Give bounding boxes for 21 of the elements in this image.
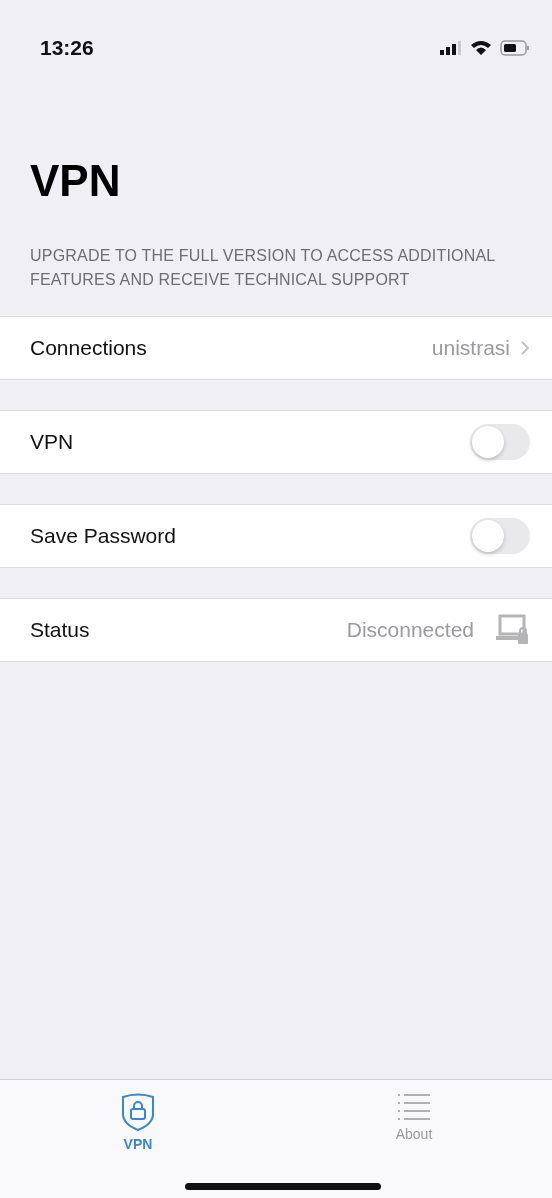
row-value: unistrasi	[431, 336, 510, 360]
tab-button[interactable]: About	[276, 1080, 552, 1160]
computer-lock-icon	[496, 614, 530, 646]
settings-row[interactable]: Connections unistrasi	[0, 316, 552, 380]
wifi-icon	[470, 40, 492, 56]
row-label: Save Password	[30, 524, 177, 548]
page-title: VPN	[30, 156, 122, 206]
status-time: 13:26	[40, 36, 94, 60]
row-label: Connections	[30, 336, 148, 360]
shield-lock-icon	[120, 1092, 156, 1132]
list-icon	[397, 1092, 431, 1122]
row-label: Status	[30, 618, 91, 642]
chevron-icon	[520, 340, 530, 356]
upgrade-notice: UPGRADE TO THE FULL VERSION TO ACCESS ADDITIONAL FEATURES AND RECEIVE TECHNICAL SUPPORT	[30, 246, 496, 290]
battery-icon	[500, 40, 530, 56]
toggle-switch[interactable]	[470, 518, 530, 554]
row-label: VPN	[30, 430, 75, 454]
tab-button[interactable]: VPN	[0, 1080, 276, 1160]
signal-icon	[440, 41, 462, 55]
row-value: Disconnected	[346, 618, 474, 642]
toggle-switch[interactable]	[470, 424, 530, 460]
